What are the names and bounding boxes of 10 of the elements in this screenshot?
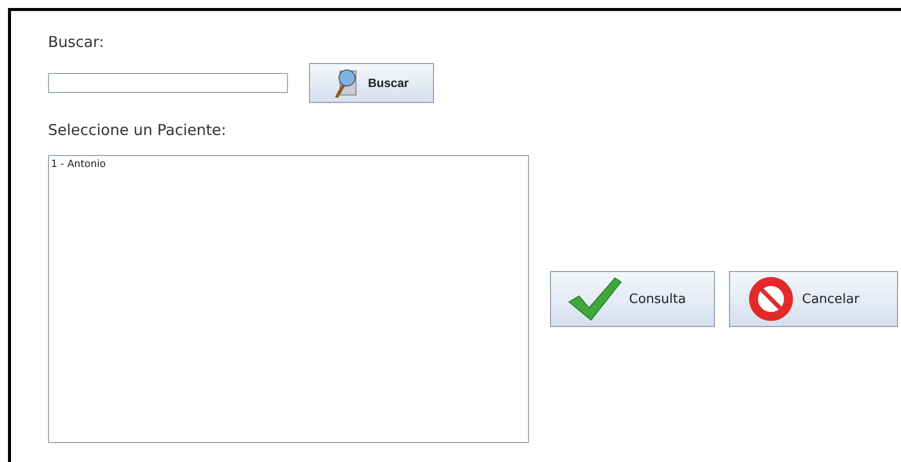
- consult-button[interactable]: Consulta: [550, 271, 715, 327]
- search-field[interactable]: [48, 73, 288, 93]
- list-item[interactable]: 1 - Antonio: [51, 159, 526, 170]
- cancel-button[interactable]: Cancelar: [729, 271, 898, 327]
- search-label: Buscar:: [48, 33, 106, 51]
- patient-list-label: Seleccione un Paciente:: [48, 121, 228, 139]
- checkmark-icon: [567, 276, 623, 322]
- patient-list[interactable]: 1 - Antonio: [48, 155, 529, 443]
- search-button[interactable]: Buscar: [309, 63, 434, 103]
- prohibited-icon: [746, 274, 796, 324]
